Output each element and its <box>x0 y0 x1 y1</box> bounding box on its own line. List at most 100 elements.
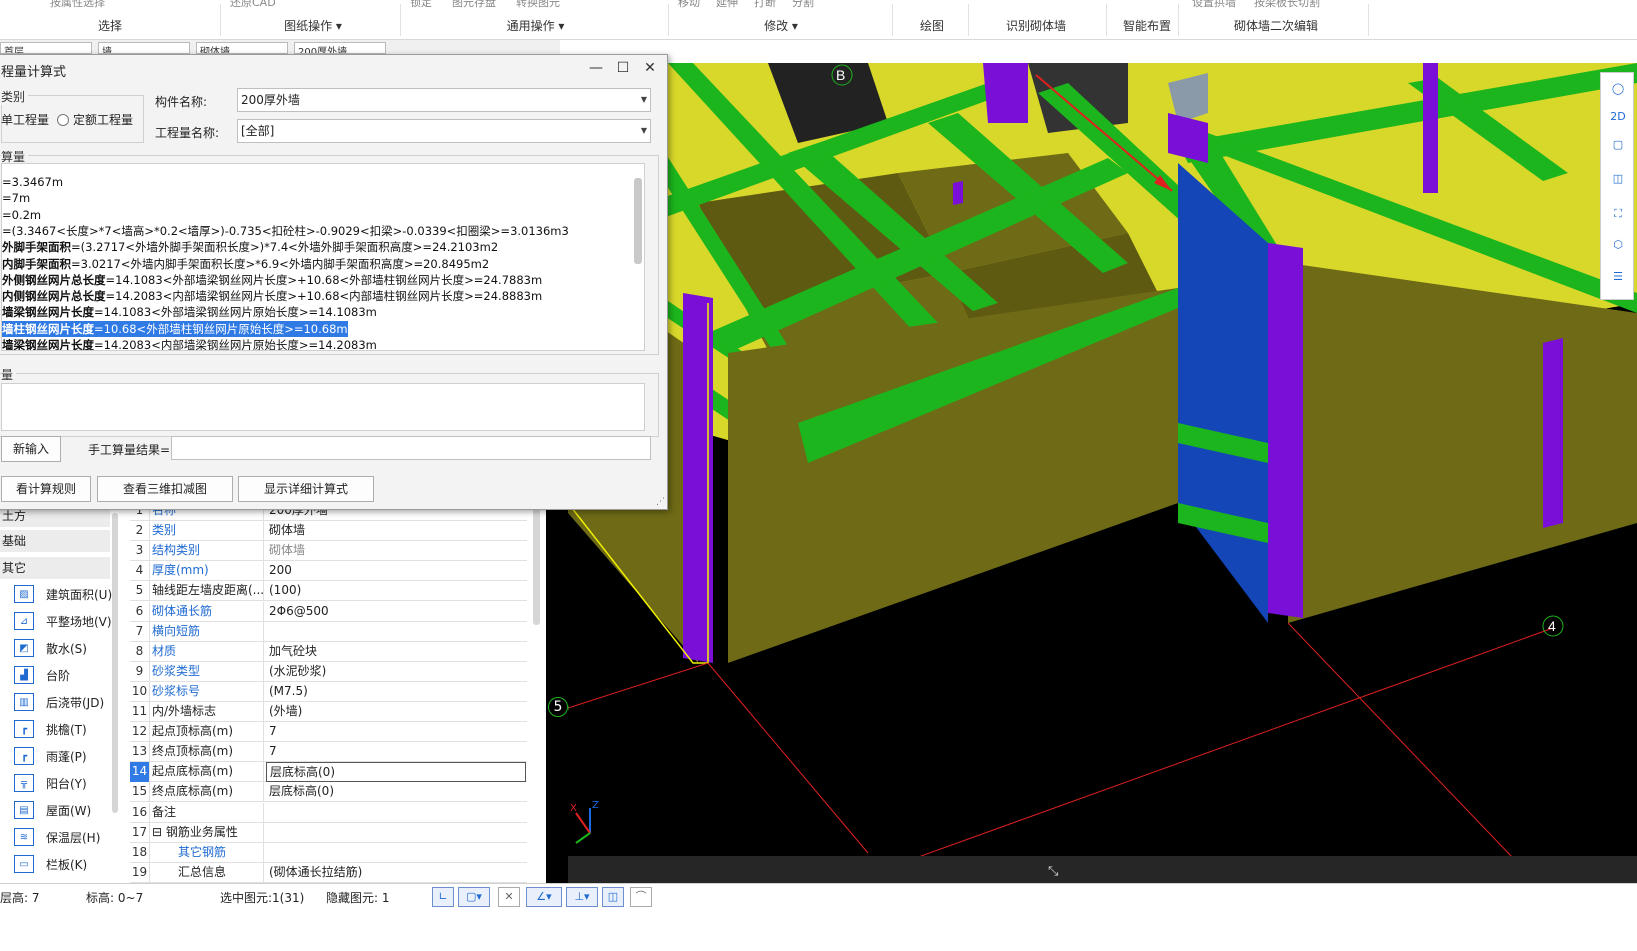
calc-line[interactable]: =(3.3467<长度>*7<墙高>*0.2<墙厚>)-0.735<扣砼柱>-0… <box>2 223 569 239</box>
tool-apron[interactable]: ◩ 散水(S) <box>14 637 87 659</box>
property-value[interactable] <box>266 803 526 823</box>
tool-building-area[interactable]: ▨ 建筑面积(U) <box>14 583 112 605</box>
property-value[interactable]: 砌体墙 <box>266 541 526 561</box>
curve-icon[interactable]: ⌒ <box>630 887 652 907</box>
calc-line[interactable]: =3.3467m <box>2 174 63 190</box>
ribbon-item[interactable]: 设置拱墙 <box>1192 0 1236 10</box>
floor-select[interactable]: 首层 <box>0 42 92 54</box>
ribbon-item[interactable]: 还原CAD <box>230 0 276 10</box>
snap-box-icon[interactable]: ▢▾ <box>458 887 490 907</box>
ribbon-group-identify-wall[interactable]: 识别砌体墙 <box>976 0 1096 40</box>
property-row[interactable]: 8 材质 加气砼块 <box>130 641 527 662</box>
property-value[interactable]: 层底标高(0) <box>266 782 526 802</box>
radio-dinge[interactable]: 定额工程量 <box>57 111 133 128</box>
orbit-icon[interactable]: ◯ <box>1606 77 1630 99</box>
select-icon[interactable]: ◫ <box>602 887 624 907</box>
tool-balcony[interactable]: ╦ 阳台(Y) <box>14 772 87 794</box>
ribbon-item[interactable]: 延伸 <box>716 0 738 10</box>
fit-view-icon[interactable]: ⛶ <box>1606 203 1630 225</box>
ribbon-group-smart-layout[interactable]: 智能布置 <box>1112 0 1182 40</box>
ribbon-item[interactable]: 转换图元 <box>516 0 560 10</box>
property-value[interactable]: 层底标高(0) <box>266 762 526 783</box>
close-icon[interactable]: ✕ <box>637 57 663 79</box>
property-row[interactable]: 9 砂浆类型 (水泥砂浆) <box>130 661 527 682</box>
calc-line[interactable]: 内侧钢丝网片总长度=14.2083<内部墙梁钢丝网片长度>+10.68<内部墙柱… <box>2 288 542 304</box>
property-row[interactable]: 3 结构类别 砌体墙 <box>130 541 527 562</box>
property-row[interactable]: 18 其它钢筋 <box>130 842 527 863</box>
ribbon-group-modify[interactable]: 移动 延伸 打断 分割 修改 ▾ <box>676 0 886 40</box>
property-value[interactable]: (水泥砂浆) <box>266 662 526 682</box>
ribbon-item[interactable]: 图元存盘 <box>452 0 496 10</box>
category-foundation[interactable]: 基础 <box>0 530 110 552</box>
tool-site-leveling[interactable]: ⊿ 平整场地(V) <box>14 610 112 632</box>
ortho-icon[interactable]: ∟ <box>432 887 454 907</box>
ribbon-item[interactable]: 移动 <box>678 0 700 10</box>
property-value[interactable]: (100) <box>266 581 526 601</box>
property-value[interactable] <box>266 622 526 642</box>
category-select[interactable]: 墙 <box>98 42 190 54</box>
ribbon-group-drawing[interactable]: 还原CAD 图纸操作 ▾ <box>228 0 398 40</box>
dimension-icon[interactable]: ⊥▾ <box>566 887 598 907</box>
property-value[interactable] <box>266 843 526 863</box>
property-row[interactable]: 5 轴线距左墙皮距离(... (100) <box>130 581 527 602</box>
ribbon-group-draw[interactable]: 绘图 <box>900 0 964 40</box>
3d-viewport[interactable]: B 4 C 4 B ⤡ Z X Y <box>568 63 1637 883</box>
ribbon-item[interactable]: 打断 <box>754 0 776 10</box>
cross-icon[interactable]: ✕ <box>498 887 520 907</box>
property-row[interactable]: 2 类别 砌体墙 <box>130 521 527 542</box>
3d-model-view[interactable]: B 4 C 4 B ⤡ Z X Y <box>568 63 1637 883</box>
ribbon-item[interactable]: 锁定 <box>410 0 432 10</box>
property-row[interactable]: 17 ⊟ 钢筋业务属性 <box>130 822 527 843</box>
minimize-icon[interactable]: — <box>583 57 609 79</box>
display-icon[interactable]: ⬡ <box>1606 233 1630 255</box>
property-value[interactable] <box>266 823 526 843</box>
property-row[interactable]: 11 内/外墙标志 (外墙) <box>130 702 527 722</box>
ribbon-group-common[interactable]: 锁定 图元存盘 转换图元 通用操作 ▾ <box>408 0 663 40</box>
property-value[interactable]: 7 <box>266 722 526 742</box>
scrollbar[interactable] <box>112 513 118 813</box>
property-row[interactable]: 13 终点顶标高(m) 7 <box>130 742 527 763</box>
ribbon-group-select[interactable]: 按属性选择 选择 <box>40 0 180 40</box>
show-detailed-formula-button[interactable]: 显示详细计算式 <box>238 476 374 502</box>
calc-formula-text[interactable]: =3.3467m =7m =0.2m =(3.3467<长度>*7<墙高>*0.2<墙… <box>1 163 645 351</box>
calc-line[interactable]: 墙梁钢丝网片长度=14.2083<内部墙梁钢丝网片原始长度>=14.2083m <box>2 337 377 350</box>
reinput-button[interactable]: 新输入 <box>1 436 61 462</box>
property-row[interactable]: 15 终点底标高(m) 层底标高(0) <box>130 782 527 803</box>
tool-insulation[interactable]: ≋ 保温层(H) <box>14 826 100 848</box>
ribbon-item[interactable]: 分割 <box>792 0 814 10</box>
quantity-name-select[interactable]: [全部] ▼ <box>237 119 651 143</box>
member-select[interactable]: 200厚外墙 <box>294 42 386 54</box>
calc-line[interactable]: =0.2m <box>2 207 41 223</box>
property-row[interactable]: 14 起点底标高(m) 层底标高(0) <box>130 762 527 783</box>
collapse-icon[interactable]: ⊟ <box>152 825 166 839</box>
calc-line[interactable]: 墙柱钢丝网片长度=10.68<外部墙柱钢丝网片原始长度>=10.68m <box>2 320 348 337</box>
property-value[interactable]: 7 <box>266 742 526 762</box>
scrollbar[interactable] <box>533 505 540 625</box>
scrollbar[interactable] <box>634 178 642 264</box>
view-rules-button[interactable]: 看计算规则 <box>1 476 91 502</box>
3d-box-icon[interactable]: ▢ <box>1606 133 1630 155</box>
property-row[interactable]: 19 汇总信息 (砌体通长拉结筋) <box>130 862 527 883</box>
resize-grip-icon[interactable]: ⋰ <box>656 497 665 507</box>
maximize-icon[interactable]: ☐ <box>610 57 636 79</box>
tool-railing[interactable]: ▭ 栏板(K) <box>14 853 87 875</box>
2d-icon[interactable]: 2D <box>1606 105 1630 127</box>
calc-line[interactable]: 内脚手架面积=3.0217<外墙内脚手架面积长度>*6.9<外墙内脚手架面积高度… <box>2 256 489 272</box>
property-row[interactable]: 16 备注 <box>130 802 527 823</box>
view-3d-deduction-button[interactable]: 查看三维扣减图 <box>97 476 233 502</box>
calc-line[interactable]: 外脚手架面积=(3.2717<外墙外脚手架面积长度>)*7.4<外墙外脚手架面积… <box>2 239 498 255</box>
property-value[interactable]: (砌体通长拉结筋) <box>266 863 526 883</box>
radio-qingdan[interactable]: 单工程量 <box>1 111 49 128</box>
tool-cornice[interactable]: ┏ 挑檐(T) <box>14 718 87 740</box>
ribbon-item[interactable]: 按梁板长切割 <box>1254 0 1320 10</box>
property-row[interactable]: 10 砂浆标号 (M7.5) <box>130 681 527 702</box>
tool-canopy[interactable]: ┏ 雨蓬(P) <box>14 745 87 767</box>
calc-line[interactable]: 墙梁钢丝网片长度=14.1083<外部墙梁钢丝网片原始长度>=14.1083m <box>2 304 377 320</box>
property-value[interactable]: 加气砼块 <box>266 642 526 662</box>
manual-result-input[interactable] <box>171 436 651 460</box>
tool-post-pour-strip[interactable]: ▥ 后浇带(JD) <box>14 691 104 713</box>
angle-icon[interactable]: ∠▾ <box>526 887 562 907</box>
ribbon-group-wall-edit[interactable]: 设置拱墙 按梁板长切割 砌体墙二次编辑 <box>1186 0 1366 40</box>
tool-steps[interactable]: ▟ 台阶 <box>14 664 70 686</box>
cube-icon[interactable]: ◫ <box>1606 167 1630 189</box>
